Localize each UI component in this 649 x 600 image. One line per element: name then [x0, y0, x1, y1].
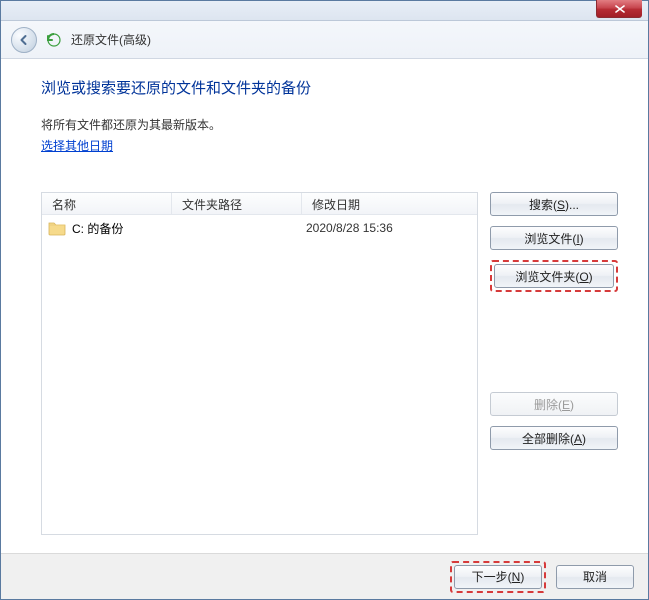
footer: 下一步(N) 取消	[1, 553, 648, 599]
restore-description: 将所有文件都还原为其最新版本。	[41, 116, 618, 133]
column-header-name[interactable]: 名称	[42, 193, 172, 214]
content-bottom-gap	[41, 535, 618, 553]
cancel-button[interactable]: 取消	[556, 565, 634, 589]
breadcrumb-label: 还原文件(高级)	[71, 31, 151, 48]
choose-other-date-link[interactable]: 选择其他日期	[41, 137, 618, 154]
remove-all-button[interactable]: 全部删除(A)	[490, 426, 618, 450]
column-header-date[interactable]: 修改日期	[302, 193, 477, 214]
search-button[interactable]: 搜索(S)...	[490, 192, 618, 216]
backup-list: 名称 文件夹路径 修改日期 C: 的备份	[41, 192, 478, 535]
content-area: 浏览或搜索要还原的文件和文件夹的备份 将所有文件都还原为其最新版本。 选择其他日…	[1, 59, 648, 553]
body-row: 名称 文件夹路径 修改日期 C: 的备份	[41, 192, 618, 535]
back-arrow-icon	[18, 34, 30, 46]
close-icon	[615, 5, 625, 13]
column-header-row: 名称 文件夹路径 修改日期	[42, 193, 477, 215]
page-title: 浏览或搜索要还原的文件和文件夹的备份	[41, 77, 618, 98]
browse-files-button[interactable]: 浏览文件(I)	[490, 226, 618, 250]
list-rows: C: 的备份 2020/8/28 15:36	[42, 215, 477, 534]
cell-date: 2020/8/28 15:36	[302, 221, 471, 235]
column-header-path[interactable]: 文件夹路径	[172, 193, 302, 214]
back-button[interactable]	[11, 27, 37, 53]
next-button[interactable]: 下一步(N)	[454, 565, 542, 589]
browse-folders-button[interactable]: 浏览文件夹(O)	[494, 264, 614, 288]
side-button-column: 搜索(S)... 浏览文件(I) 浏览文件夹(O) 删除(E) 全部删除(A)	[490, 192, 618, 535]
titlebar	[1, 1, 648, 21]
list-item[interactable]: C: 的备份 2020/8/28 15:36	[42, 215, 477, 241]
side-gap	[490, 302, 618, 382]
restore-files-window: 还原文件(高级) 浏览或搜索要还原的文件和文件夹的备份 将所有文件都还原为其最新…	[0, 0, 649, 600]
nav-header: 还原文件(高级)	[1, 21, 648, 59]
folder-icon	[48, 220, 66, 236]
cell-name: C: 的备份	[48, 220, 172, 237]
restore-icon	[45, 31, 63, 49]
remove-button: 删除(E)	[490, 392, 618, 416]
close-button[interactable]	[596, 0, 642, 18]
next-button-highlight: 下一步(N)	[450, 561, 546, 593]
row-name-text: C: 的备份	[72, 220, 123, 237]
browse-folders-highlight: 浏览文件夹(O)	[490, 260, 618, 292]
